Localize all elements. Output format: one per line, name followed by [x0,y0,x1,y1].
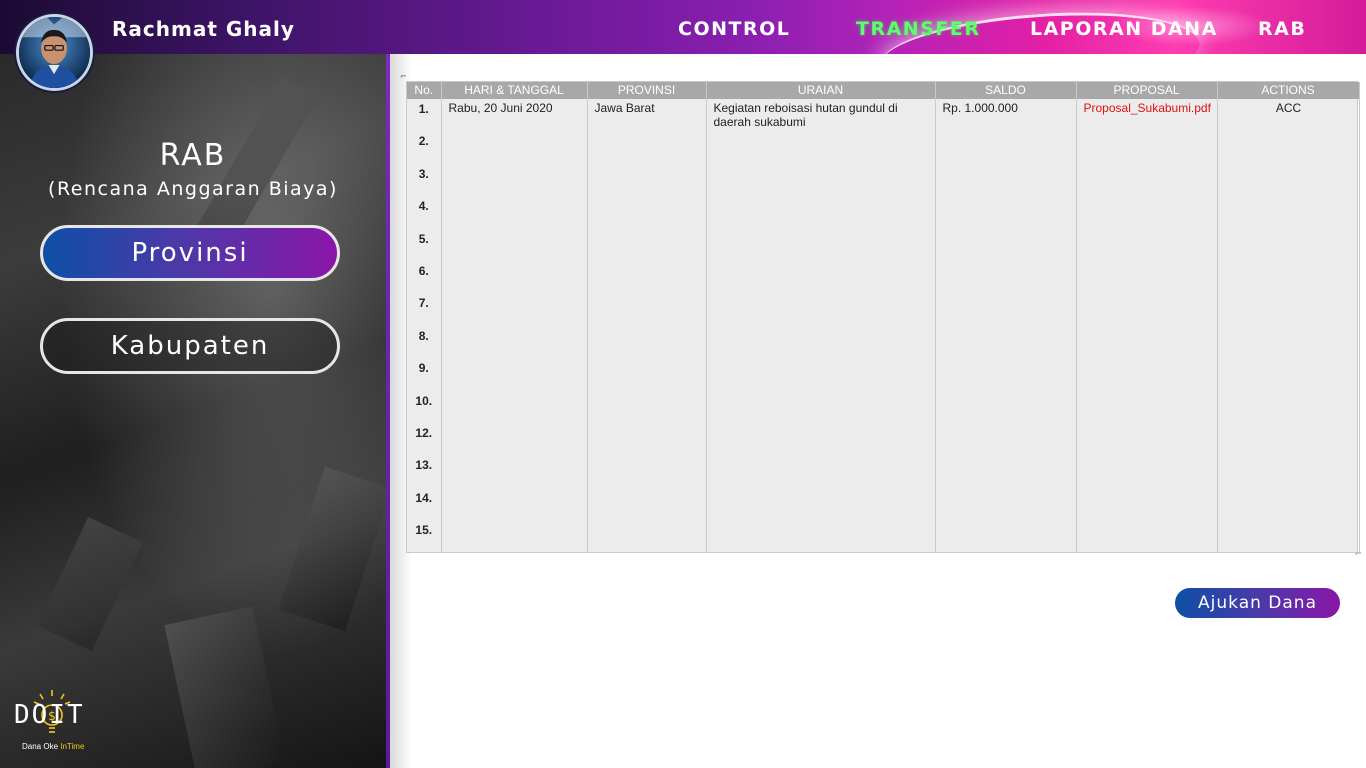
row-number: 12. [415,425,433,440]
column-header-saldo: SALDO [935,82,1077,99]
cell-action: ACC [1217,99,1360,553]
rab-table-grid: No. HARI & TANGGAL PROVINSI URAIAN SALDO… [407,82,1360,553]
background-shard [37,516,143,652]
row-number: 10. [415,393,433,408]
column-header-proposal: PROPOSAL [1076,82,1218,99]
cell-date: Rabu, 20 Juni 2020 [441,99,588,553]
row-number: 13. [415,458,433,473]
ajukan-dana-button[interactable]: Ajukan Dana [1175,588,1340,618]
rab-table: No. HARI & TANGGAL PROVINSI URAIAN SALDO… [406,81,1360,553]
row-number: 7. [418,296,429,311]
nav-transfer[interactable]: TRANSFER [856,18,980,40]
row-number: 1. [418,102,429,116]
table-header-row: No. HARI & TANGGAL PROVINSI URAIAN SALDO… [407,82,1360,99]
logo-tagline-prefix: Dana Oke [22,742,61,751]
row-number: 9. [418,361,429,376]
column-header-provinsi: PROVINSI [587,82,707,99]
row-number: 2. [418,134,429,149]
table-row: 1. 2. 3. 4. 5. 6. 7. 8. 9. 10. 12. 13. 1… [407,99,1360,553]
user-avatar-icon [19,17,90,88]
row-number: 3. [418,166,429,181]
column-header-no: No. [407,82,442,99]
background-shard [164,606,286,768]
sidebar-title: RAB [159,138,227,173]
table-corner-mark: ⌐ [400,72,407,81]
cell-saldo: Rp. 1.000.000 [935,99,1077,553]
row-number: 4. [418,199,429,214]
provinsi-button[interactable]: Provinsi [40,225,340,281]
acc-action[interactable]: ACC [1276,101,1301,115]
top-navigation-bar: Rachmat Ghaly CONTROL TRANSFER LAPORAN D… [0,0,1366,54]
logo-tagline: Dana Oke InTime [22,742,84,751]
cell-proposal: Proposal_Sukabumi.pdf [1076,99,1218,553]
user-name: Rachmat Ghaly [112,17,295,41]
cell-uraian: Kegiatan reboisasi hutan gundul di daera… [706,99,936,553]
background-shard [278,466,388,632]
row-number: 8. [418,328,429,343]
column-header-actions: ACTIONS [1217,82,1360,99]
logo-tagline-highlight: InTime [60,742,85,751]
nav-laporan-dana[interactable]: LAPORAN DANA [1030,18,1218,40]
row-number: 15. [415,523,433,538]
row-numbers-column: 1. 2. 3. 4. 5. 6. 7. 8. 9. 10. 12. 13. 1… [407,99,442,553]
nav-control[interactable]: CONTROL [678,18,790,40]
row-number: 14. [415,490,433,505]
sidebar-subtitle: (Rencana Anggaran Biaya) [48,178,338,200]
column-header-uraian: URAIAN [706,82,936,99]
proposal-file-link[interactable]: Proposal_Sukabumi.pdf [1084,101,1211,115]
logo-text: DOIT [14,700,85,730]
row-number: 5. [418,231,429,246]
nav-rab[interactable]: RAB [1258,18,1306,40]
kabupaten-button[interactable]: Kabupaten [40,318,340,374]
row-number: 6. [418,263,429,278]
column-header-date: HARI & TANGGAL [441,82,588,99]
cell-provinsi: Jawa Barat [587,99,707,553]
avatar[interactable] [16,14,93,91]
